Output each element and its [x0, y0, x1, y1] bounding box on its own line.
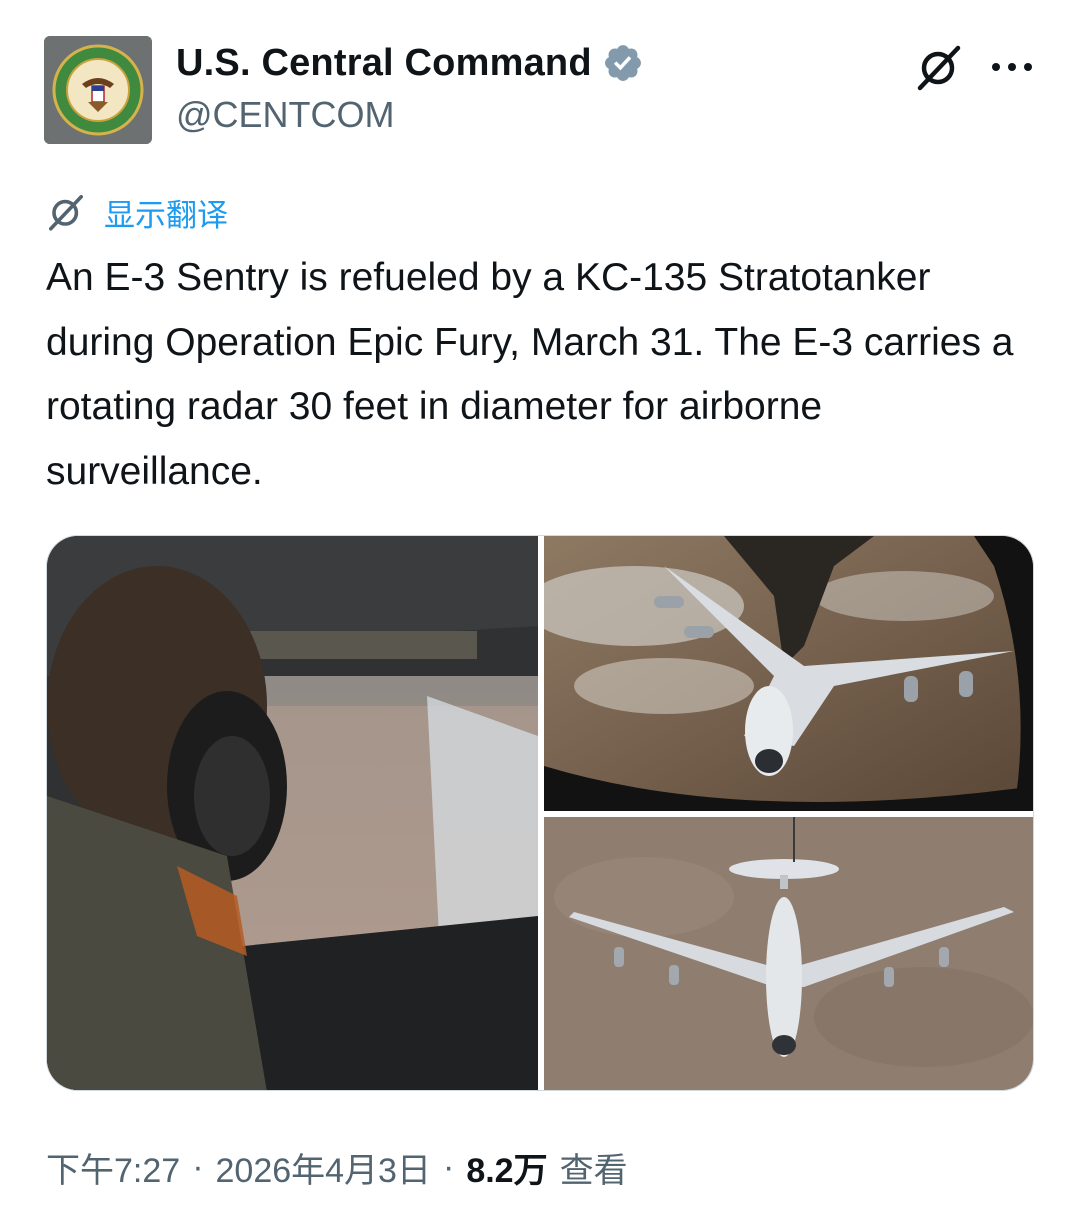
media-photo-e3-desert[interactable]: [544, 817, 1033, 1090]
meta-separator: ·: [192, 1147, 204, 1186]
media-grid: [46, 535, 1034, 1091]
views-count[interactable]: 8.2万: [466, 1143, 547, 1192]
meta-separator: ·: [442, 1147, 455, 1186]
author-name-row[interactable]: U.S. Central Command: [176, 40, 644, 86]
grok-icon: [917, 45, 961, 91]
more-horizontal-icon: [992, 63, 1032, 71]
grok-button[interactable]: [912, 40, 966, 94]
tweet-text: An E-3 Sentry is refueled by a KC-135 St…: [46, 256, 1014, 493]
tweet-date[interactable]: 2026年4月3日: [216, 1143, 431, 1192]
photo-refueling-image: [544, 536, 1033, 811]
grok-icon: [49, 195, 83, 231]
tweet-time[interactable]: 下午7:27: [46, 1143, 180, 1192]
avatar[interactable]: [44, 36, 152, 144]
centcom-seal-icon: [44, 36, 152, 144]
media-photo-refueling[interactable]: [544, 536, 1033, 811]
verified-badge-icon: [604, 45, 641, 81]
photo-e3-desert-image: [544, 817, 1033, 1090]
show-translation-label[interactable]: 显示翻译: [104, 190, 228, 235]
more-options-button[interactable]: [985, 40, 1039, 94]
photo-boom-operator-image: [47, 536, 538, 1090]
media-photo-boom-operator[interactable]: [47, 536, 538, 1090]
show-translation-link[interactable]: 显示翻译: [46, 190, 228, 234]
author-handle[interactable]: @CENTCOM: [176, 94, 395, 136]
views-label: 查看: [559, 1151, 628, 1190]
display-name[interactable]: U.S. Central Command: [176, 42, 592, 85]
tweet-meta: 下午7:27 · 2026年4月3日 · 8.2万 查看: [46, 1144, 628, 1190]
